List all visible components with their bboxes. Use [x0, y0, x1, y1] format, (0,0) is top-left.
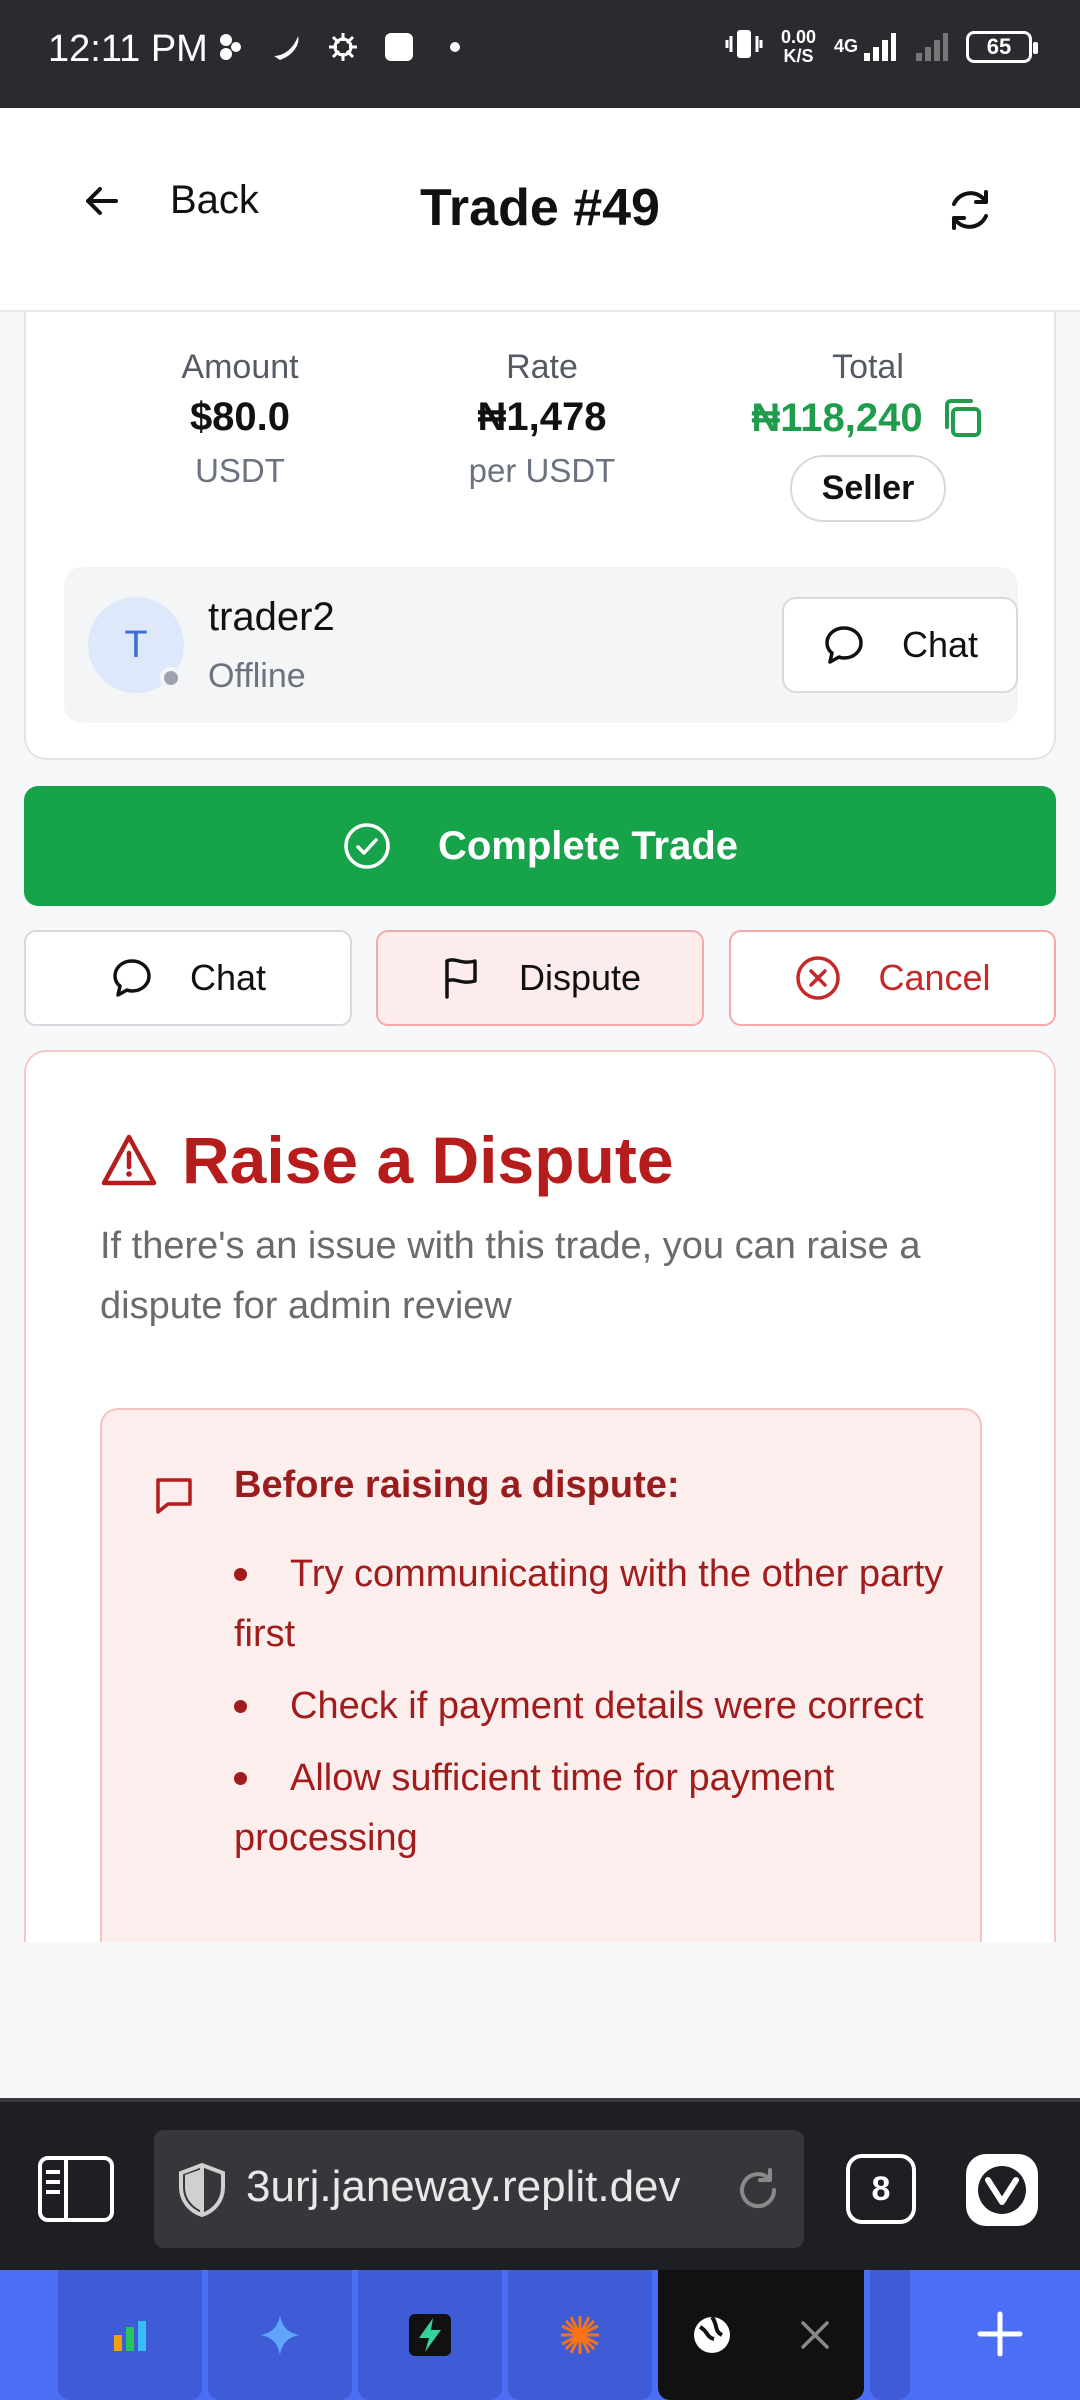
tab-item[interactable]	[358, 2270, 502, 2400]
guideline-item: Allow sufficient time for payment proces…	[234, 1748, 954, 1868]
x-circle-icon	[796, 956, 841, 1000]
cancel-trade-button[interactable]: Cancel	[729, 930, 1056, 1026]
close-tab-icon[interactable]	[797, 2317, 833, 2353]
guidelines-list: Try communicating with the other party f…	[234, 1544, 954, 1880]
warning-triangle-icon	[101, 1134, 157, 1186]
avatar: T	[88, 597, 184, 693]
counterparty-chat-button[interactable]: Chat	[782, 597, 1018, 693]
chat-label: Chat	[901, 624, 979, 665]
shield-icon[interactable]	[176, 2162, 228, 2218]
tab-item[interactable]	[508, 2270, 652, 2400]
avatar-initial: T	[124, 623, 148, 666]
sidebar-toggle-button[interactable]	[36, 2154, 116, 2224]
signal-icon	[864, 32, 896, 61]
dispute-button-label: Dispute	[518, 957, 642, 998]
tabs-button[interactable]: 8	[846, 2154, 916, 2224]
browser-menu-button[interactable]	[964, 2152, 1040, 2228]
bolt-app-icon	[409, 2314, 451, 2356]
browser-toolbar: 3urj.janeway.replit.dev 8	[0, 2098, 1080, 2270]
tab-item[interactable]	[208, 2270, 352, 2400]
status-time: 12:11 PM	[48, 28, 208, 70]
cancel-button-label: Cancel	[878, 957, 991, 998]
total-value: ₦118,240	[751, 395, 923, 440]
counterparty-username: trader2	[208, 595, 335, 639]
tab-item[interactable]	[870, 2270, 910, 2400]
bug-icon	[326, 30, 360, 64]
dispute-heading: Raise a Dispute	[100, 1122, 674, 1198]
counterparty-status: Offline	[208, 657, 306, 695]
amount-value: $80.0	[189, 395, 291, 439]
asterisk-icon	[561, 2316, 599, 2354]
status-right: 0.00 K/S 4G 65	[725, 26, 1038, 67]
guideline-item: Check if payment details were correct	[234, 1676, 954, 1736]
guideline-item: Try communicating with the other party f…	[234, 1544, 954, 1664]
network-type: 4G	[833, 36, 858, 56]
app-notification-icon	[214, 30, 248, 64]
network-indicator: 4G	[834, 31, 896, 63]
active-tab-item[interactable]	[658, 2270, 864, 2400]
rate-unit: per USDT	[468, 452, 616, 489]
amount-stat: Amount $80.0 USDT	[90, 348, 390, 490]
status-bar: 12:11 PM 0.00 K/S 4G 65	[0, 0, 1080, 108]
guidelines-title: Before raising a dispute:	[234, 1464, 680, 1506]
dispute-title: Raise a Dispute	[182, 1123, 674, 1197]
chat-bubble-icon	[825, 626, 863, 664]
signal-weak-icon	[916, 32, 948, 61]
raise-dispute-card: Raise a Dispute If there's an issue with…	[24, 1050, 1056, 1942]
message-square-icon	[156, 1478, 192, 1514]
chili-icon	[270, 30, 304, 64]
rate-stat: Rate ₦1,478 per USDT	[392, 348, 692, 490]
notification-icons	[214, 30, 472, 64]
page-title: Trade #49	[420, 179, 660, 237]
chat-button-label: Chat	[189, 957, 267, 998]
counterparty-box: T trader2 Offline Chat	[64, 567, 1018, 723]
amount-label: Amount	[181, 348, 299, 386]
total-label: Total	[832, 348, 904, 386]
refresh-icon	[952, 190, 988, 230]
rate-value: ₦1,478	[477, 395, 607, 439]
refresh-button[interactable]	[944, 184, 996, 236]
vibrate-icon	[725, 26, 763, 67]
complete-trade-button[interactable]: Complete Trade	[24, 786, 1056, 906]
sparkle-icon	[260, 2315, 300, 2355]
chat-bubble-icon	[113, 959, 151, 997]
vivaldi-logo-icon	[966, 2154, 1038, 2226]
presence-dot	[160, 667, 182, 689]
flag-icon	[445, 958, 477, 999]
reload-icon[interactable]	[732, 2164, 784, 2216]
trade-summary-card: Amount $80.0 USDT Rate ₦1,478 per USDT T…	[24, 312, 1056, 760]
square-app-icon	[382, 30, 416, 64]
role-badge: Seller	[789, 455, 947, 522]
dispute-guidelines-box: Before raising a dispute: Try communicat…	[100, 1408, 982, 1942]
total-stat: Total ₦118,240 Seller	[718, 348, 1018, 522]
battery-indicator: 65	[966, 30, 1038, 63]
dispute-description: If there's an issue with this trade, you…	[100, 1225, 921, 1327]
tab-item[interactable]	[58, 2270, 202, 2400]
dispute-button[interactable]: Dispute	[376, 930, 704, 1026]
rate-label: Rate	[506, 348, 578, 386]
check-circle-icon	[344, 823, 390, 869]
amount-unit: USDT	[195, 452, 285, 489]
plus-icon	[977, 2311, 1023, 2357]
complete-trade-label: Complete Trade	[437, 823, 739, 868]
globe-icon	[693, 2315, 730, 2353]
speed-unit: K/S	[783, 45, 814, 66]
stocks-app-icon	[114, 2321, 146, 2351]
more-dot-icon	[438, 30, 472, 64]
network-speed: 0.00 K/S	[780, 26, 816, 66]
tab-strip	[0, 2270, 1080, 2400]
address-bar[interactable]: 3urj.janeway.replit.dev	[154, 2130, 804, 2248]
new-tab-button[interactable]	[960, 2294, 1040, 2374]
sidebar-panel-icon	[38, 2156, 114, 2222]
url-text: 3urj.janeway.replit.dev	[246, 2162, 681, 2211]
app-header: Back Trade #49	[0, 108, 1080, 312]
total-row: ₦118,240	[718, 395, 1018, 441]
chat-button[interactable]: Chat	[24, 930, 352, 1026]
speed-value: 0.00	[780, 26, 816, 47]
copy-icon[interactable]	[939, 395, 985, 441]
